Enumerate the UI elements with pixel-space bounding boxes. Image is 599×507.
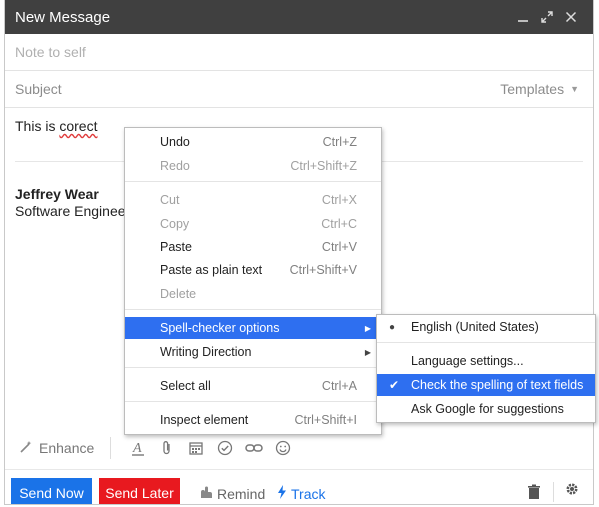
submenu-item-ask-google[interactable]: Ask Google for suggestions [377,398,595,420]
calendar-icon[interactable] [181,441,210,455]
send-later-button[interactable]: Send Later [99,478,180,504]
menu-item-label: Spell-checker options [160,321,280,335]
templates-dropdown[interactable]: Templates ▼ [500,81,579,97]
menu-item-copy[interactable]: Copy Ctrl+C [125,213,381,235]
body-text: This is [15,118,60,134]
menu-item-label: Paste as plain text [160,263,263,277]
menu-separator [125,181,381,182]
menu-item-shortcut: Ctrl+C [321,217,357,231]
menu-item-undo[interactable]: Undo Ctrl+Z [125,131,381,153]
submenu-item-label: Check the spelling of text fields [411,378,584,392]
menu-item-select-all[interactable]: Select all Ctrl+A [125,375,381,397]
menu-separator [377,342,595,343]
spell-checker-submenu: ● English (United States) Language setti… [376,314,596,423]
menu-item-writing-direction[interactable]: Writing Direction ▶ [125,341,381,363]
menu-item-paste-plain-text[interactable]: Paste as plain text Ctrl+Shift+V [125,259,381,281]
menu-item-label: Delete [160,287,197,301]
toolbar-divider [110,437,112,459]
track-button[interactable]: Track [277,485,325,502]
menu-item-label: Redo [160,159,190,173]
menu-item-shortcut: Ctrl+A [321,379,357,393]
submenu-item-label: English (United States) [411,320,539,334]
menu-item-label: Paste [160,240,192,254]
submenu-arrow-icon: ▶ [364,347,371,357]
actions-divider [5,469,593,470]
title-bar: New Message [5,0,593,34]
menu-separator [125,309,381,310]
attachment-icon[interactable] [152,440,181,456]
subject-field[interactable]: Subject Templates ▼ [5,71,593,108]
lightning-icon [277,485,287,502]
remind-label: Remind [217,485,266,502]
format-toolbar: Enhance A [5,434,593,462]
actions-divider-2 [553,482,554,502]
enhance-label: Enhance [39,440,95,456]
menu-item-shortcut: Ctrl+X [321,193,357,207]
menu-item-label: Cut [160,193,180,207]
menu-item-cut[interactable]: Cut Ctrl+X [125,189,381,211]
menu-item-label: Inspect element [160,413,249,427]
submenu-item-english-us[interactable]: ● English (United States) [377,316,595,338]
radio-selected-icon: ● [389,321,396,333]
menu-item-label: Writing Direction [160,345,252,359]
close-icon[interactable] [559,7,583,27]
remind-hand-icon [199,485,213,502]
menu-separator [125,367,381,368]
send-now-button[interactable]: Send Now [11,478,92,504]
gear-icon[interactable] [565,482,579,501]
recipient-field[interactable]: Note to self [5,34,593,71]
menu-item-shortcut: Ctrl+Z [322,135,357,149]
misspelled-word[interactable]: corect [59,118,97,134]
menu-item-shortcut: Ctrl+Shift+I [294,413,357,427]
subject-placeholder: Subject [15,81,62,97]
menu-item-spell-checker-options[interactable]: Spell-checker options ▶ [125,317,381,339]
submenu-arrow-icon: ▶ [364,323,371,333]
menu-item-paste[interactable]: Paste Ctrl+V [125,236,381,258]
remind-button[interactable]: Remind [199,485,265,502]
checkmark-icon: ✔ [389,378,400,392]
menu-item-shortcut: Ctrl+Shift+Z [290,159,357,173]
submenu-item-label: Ask Google for suggestions [411,402,564,416]
submenu-item-check-spelling[interactable]: ✔ Check the spelling of text fields [377,374,595,396]
menu-item-label: Copy [160,217,190,231]
expand-icon[interactable] [535,7,559,27]
emoji-icon[interactable] [268,440,297,456]
menu-item-label: Undo [160,135,190,149]
signature-name: Jeffrey Wear [15,186,99,202]
trash-icon[interactable] [527,484,541,503]
minimize-icon[interactable] [511,7,535,27]
menu-separator [125,401,381,402]
text-format-icon[interactable]: A [123,440,152,456]
window-controls [511,7,583,27]
menu-item-shortcut: Ctrl+Shift+V [289,263,357,277]
recipient-placeholder: Note to self [15,44,86,60]
enhance-button[interactable]: Enhance [19,440,94,457]
magic-wand-icon [19,440,33,457]
context-menu: Undo Ctrl+Z Redo Ctrl+Shift+Z Cut Ctrl+X… [124,127,382,435]
signature-title: Software Engineer [15,203,131,219]
menu-item-inspect-element[interactable]: Inspect element Ctrl+Shift+I [125,409,381,431]
link-icon[interactable] [239,442,268,454]
menu-item-shortcut: Ctrl+V [321,240,357,254]
submenu-item-label: Language settings... [411,354,524,368]
chevron-down-icon: ▼ [570,84,579,94]
window-title: New Message [15,8,111,26]
track-label: Track [291,485,326,502]
templates-label: Templates [500,81,565,97]
submenu-item-language-settings[interactable]: Language settings... [377,350,595,372]
menu-item-redo[interactable]: Redo Ctrl+Shift+Z [125,155,381,177]
menu-item-delete[interactable]: Delete [125,283,381,305]
check-circle-icon[interactable] [210,440,239,456]
svg-text:A: A [132,441,142,456]
menu-item-label: Select all [160,379,211,393]
